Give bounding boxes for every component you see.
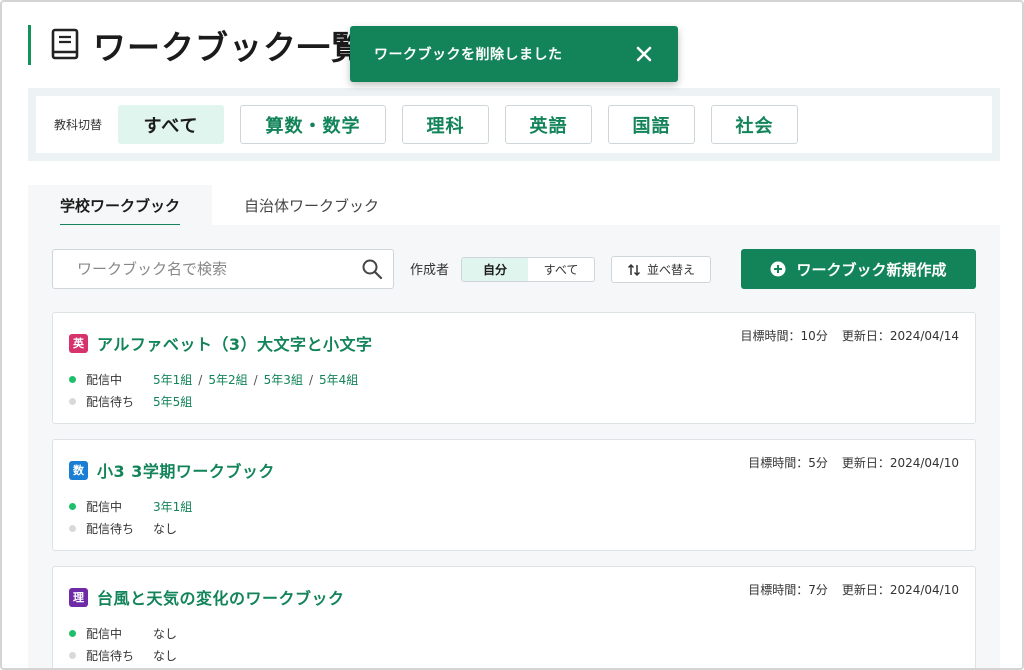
page-title: ワークブック一覧 — [93, 28, 365, 67]
delivering-label: 配信中 — [86, 373, 123, 387]
tab-label: 自治体ワークブック — [244, 196, 380, 215]
delivering-row: 配信中 なし — [69, 625, 177, 642]
class-link[interactable]: 5年2組 — [208, 371, 247, 388]
tab-school-workbook[interactable]: 学校ワークブック — [28, 185, 213, 226]
delivering-row: 配信中 3年1組 — [69, 498, 192, 515]
plus-circle-icon — [770, 261, 786, 277]
creator-option-all[interactable]: すべて — [528, 258, 594, 281]
title-accent-bar — [28, 25, 31, 65]
no-class-text: なし — [153, 522, 178, 536]
updated-date: 更新日：2024/04/14 — [841, 329, 959, 343]
workbook-card[interactable]: 英 アルファベット（3）大文字と小文字 目標時間：10分 更新日：2024/04/… — [52, 312, 976, 424]
waiting-row: 配信待ち なし — [69, 520, 177, 537]
workbook-list-area: 作成者 自分 すべて 並べ替え ワークブック新規作成 — [28, 225, 1000, 668]
target-time: 目標時間：5分 — [748, 456, 828, 470]
creator-toggle: 自分 すべて — [461, 257, 595, 282]
class-link[interactable]: 5年4組 — [319, 371, 358, 388]
delivering-label: 配信中 — [86, 627, 123, 641]
creator-filter-label: 作成者 — [410, 263, 450, 278]
waiting-status-dot — [69, 652, 76, 659]
card-meta: 目標時間：5分 更新日：2024/04/10 — [748, 454, 959, 471]
subject-chip-math[interactable]: 算数・数学 — [240, 105, 387, 144]
subject-chip-all[interactable]: すべて — [118, 105, 225, 144]
class-link[interactable]: 5年1組 — [153, 371, 192, 388]
waiting-label: 配信待ち — [86, 522, 135, 536]
delivering-status-dot — [69, 503, 76, 510]
card-meta: 目標時間：10分 更新日：2024/04/14 — [741, 327, 959, 344]
tab-municipal-workbook[interactable]: 自治体ワークブック — [212, 185, 411, 225]
search-icon[interactable] — [361, 258, 383, 280]
search-input[interactable] — [53, 250, 361, 288]
sort-arrows-icon — [627, 263, 641, 276]
class-separator: / — [308, 372, 313, 387]
waiting-status-dot — [69, 398, 76, 405]
no-class-text: なし — [153, 627, 178, 641]
subject-chip-social[interactable]: 社会 — [711, 105, 799, 144]
delivering-status-dot — [69, 630, 76, 637]
delivering-row: 配信中 5年1組 / 5年2組 / 5年3組 / 5年4組 — [69, 371, 358, 388]
subject-badge-science: 理 — [69, 587, 88, 607]
target-time: 目標時間：7分 — [748, 583, 828, 597]
workbook-tabs: 学校ワークブック 自治体ワークブック — [28, 185, 411, 226]
class-link[interactable]: 3年1組 — [153, 498, 192, 515]
updated-date: 更新日：2024/04/10 — [841, 583, 959, 597]
subject-chip-science[interactable]: 理科 — [402, 105, 490, 144]
class-separator: / — [198, 372, 203, 387]
waiting-row: 配信待ち 5年5組 — [69, 393, 192, 410]
toast-close-button[interactable] — [634, 44, 654, 64]
tab-label: 学校ワークブック — [60, 195, 181, 226]
waiting-label: 配信待ち — [86, 395, 135, 409]
subject-filter-label: 教科切替 — [54, 118, 103, 132]
workbook-card[interactable]: 数 小3 3学期ワークブック 目標時間：5分 更新日：2024/04/10 配信中… — [52, 439, 976, 551]
create-workbook-label: ワークブック新規作成 — [796, 260, 947, 279]
search-box — [52, 249, 394, 289]
subject-badge-math: 数 — [69, 460, 88, 480]
card-title-row: 数 小3 3学期ワークブック — [69, 458, 275, 482]
card-title-row: 英 アルファベット（3）大文字と小文字 — [69, 331, 372, 355]
app-window: ワークブック一覧 ワークブックを削除しました 教科切替 すべて 算数・数学 理科… — [0, 0, 1024, 670]
delivering-label: 配信中 — [86, 500, 123, 514]
close-icon — [636, 46, 652, 62]
creator-option-mine[interactable]: 自分 — [462, 258, 528, 281]
card-meta: 目標時間：7分 更新日：2024/04/10 — [748, 581, 959, 598]
page-header: ワークブック一覧 — [28, 24, 365, 67]
workbook-title-link[interactable]: 台風と天気の変化のワークブック — [97, 585, 345, 609]
workbook-title-link[interactable]: アルファベット（3）大文字と小文字 — [97, 331, 372, 355]
sort-button[interactable]: 並べ替え — [611, 256, 711, 283]
waiting-status-dot — [69, 525, 76, 532]
subject-filter-panel: 教科切替 すべて 算数・数学 理科 英語 国語 社会 — [28, 88, 1000, 161]
book-icon — [51, 28, 79, 60]
create-workbook-button[interactable]: ワークブック新規作成 — [741, 249, 976, 289]
sort-button-label: 並べ替え — [646, 263, 695, 277]
waiting-row: 配信待ち なし — [69, 647, 177, 664]
class-link[interactable]: 5年5組 — [153, 393, 192, 410]
subject-filter: 教科切替 すべて 算数・数学 理科 英語 国語 社会 — [36, 96, 992, 153]
card-title-row: 理 台風と天気の変化のワークブック — [69, 585, 345, 609]
updated-date: 更新日：2024/04/10 — [841, 456, 959, 470]
delivering-status-dot — [69, 376, 76, 383]
class-separator: / — [253, 372, 258, 387]
subject-chip-english[interactable]: 英語 — [505, 105, 593, 144]
class-link[interactable]: 5年3組 — [264, 371, 303, 388]
target-time: 目標時間：10分 — [740, 329, 828, 343]
toast-message: ワークブックを削除しました — [374, 47, 563, 63]
waiting-label: 配信待ち — [86, 649, 135, 663]
no-class-text: なし — [153, 649, 178, 663]
subject-chip-japanese[interactable]: 国語 — [608, 105, 696, 144]
subject-badge-english: 英 — [69, 333, 88, 353]
workbook-title-link[interactable]: 小3 3学期ワークブック — [97, 458, 275, 482]
delete-success-toast: ワークブックを削除しました — [350, 26, 678, 82]
workbook-card[interactable]: 理 台風と天気の変化のワークブック 目標時間：7分 更新日：2024/04/10 … — [52, 566, 976, 668]
